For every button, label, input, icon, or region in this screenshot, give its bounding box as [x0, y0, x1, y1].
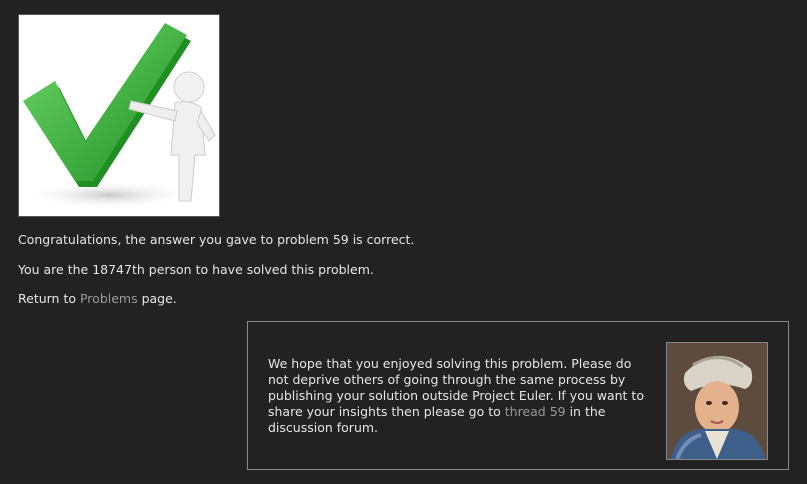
- euler-portrait-icon: [667, 343, 767, 459]
- problems-link[interactable]: Problems: [80, 291, 138, 306]
- page: Congratulations, the answer you gave to …: [0, 0, 807, 484]
- euler-portrait: [666, 342, 768, 460]
- forum-notice-text: We hope that you enjoyed solving this pr…: [268, 356, 648, 436]
- return-line: Return to Problems page.: [18, 291, 177, 307]
- correct-answer-image: [18, 14, 220, 217]
- solved-count-message: You are the 18747th person to have solve…: [18, 262, 374, 277]
- return-prefix: Return to: [18, 291, 80, 306]
- forum-notice-box: We hope that you enjoyed solving this pr…: [247, 321, 789, 470]
- congratulations-message: Congratulations, the answer you gave to …: [18, 232, 415, 247]
- green-checkmark-with-figure-icon: [23, 23, 216, 209]
- return-suffix: page.: [137, 291, 177, 306]
- thread-link[interactable]: thread 59: [505, 404, 566, 419]
